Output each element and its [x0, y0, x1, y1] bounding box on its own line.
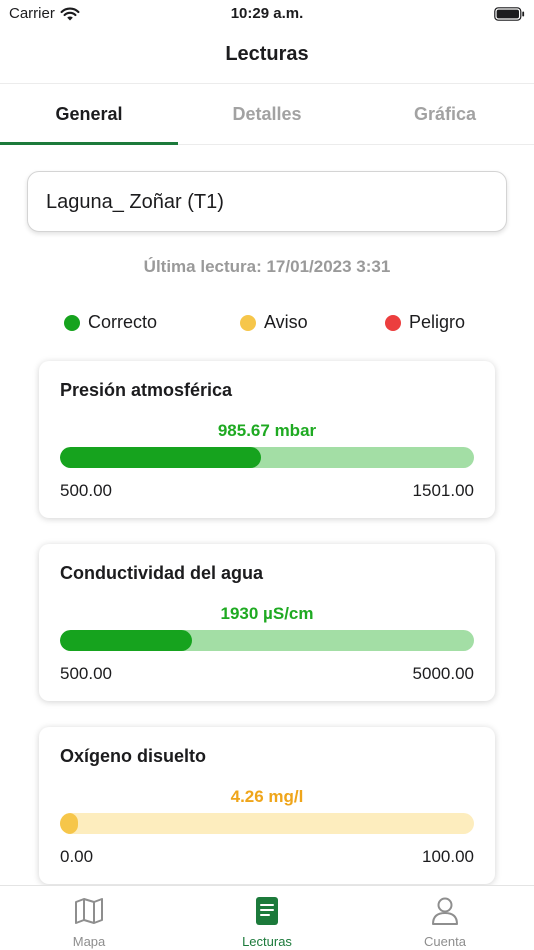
status-bar: Carrier 10:29 a.m. [0, 0, 534, 30]
legend-label: Correcto [88, 312, 158, 332]
reading-title: Oxígeno disuelto [60, 746, 207, 766]
reading-progress-fill [60, 813, 78, 834]
tabbar-item-lecturas[interactable]: Lecturas [178, 886, 356, 950]
tabbar-label: Cuenta [424, 934, 466, 949]
tab-general[interactable]: General [0, 84, 178, 144]
reading-value: 4.26 mg/l [230, 787, 304, 806]
last-reading-timestamp: Última lectura: 17/01/2023 3:31 [143, 257, 391, 276]
tabbar-item-mapa[interactable]: Mapa [0, 886, 178, 950]
legend-label: Peligro [409, 312, 466, 332]
green-dot-icon [64, 314, 80, 331]
station-name: Laguna_ Zoñar (T1) [46, 191, 224, 213]
reading-progress-track [60, 813, 474, 834]
range-min: 500.00 [60, 664, 112, 683]
segment-tabs: General Detalles Gráfica [0, 84, 534, 144]
active-tab-indicator [0, 142, 178, 145]
reading-title: Conductividad del agua [60, 563, 264, 583]
page-title: Lecturas [225, 43, 309, 65]
tab-detalles[interactable]: Detalles [178, 84, 356, 144]
tabbar-label: Lecturas [242, 934, 292, 949]
range-max: 1501.00 [412, 481, 474, 500]
reading-card-presion[interactable]: Presión atmosférica 985.67 mbar 500.00 1… [39, 361, 495, 518]
reading-value: 1930 µS/cm [220, 604, 314, 623]
status-time: 10:29 a.m. [230, 5, 304, 22]
red-dot-icon [385, 314, 401, 331]
range-max: 100.00 [422, 847, 474, 866]
station-selector[interactable]: Laguna_ Zoñar (T1) [27, 171, 507, 232]
reading-progress-track [60, 447, 474, 468]
range-max: 5000.00 [412, 664, 474, 683]
status-legend: Correcto Aviso Peligro [0, 312, 534, 336]
legend-aviso: Aviso [240, 312, 308, 333]
map-icon [75, 898, 103, 924]
reading-progress-fill [60, 630, 192, 651]
reading-card-conductividad[interactable]: Conductividad del agua 1930 µS/cm 500.00… [39, 544, 495, 701]
reading-value: 985.67 mbar [217, 421, 317, 440]
legend-correcto: Correcto [64, 312, 157, 333]
tab-grafica[interactable]: Gráfica [356, 84, 534, 144]
bottom-tab-bar: Mapa Lecturas Cuenta [0, 885, 534, 950]
legend-peligro: Peligro [385, 312, 465, 333]
document-icon [256, 897, 278, 925]
reading-progress-track [60, 630, 474, 651]
range-min: 0.00 [60, 847, 94, 866]
tabbar-item-cuenta[interactable]: Cuenta [356, 886, 534, 950]
reading-title: Presión atmosférica [60, 380, 233, 400]
reading-progress-fill [60, 447, 261, 468]
battery-icon [494, 7, 525, 21]
legend-label: Aviso [264, 312, 308, 332]
reading-card-oxigeno[interactable]: Oxígeno disuelto 4.26 mg/l 0.00 100.00 [39, 727, 495, 884]
person-icon [432, 897, 458, 925]
range-min: 500.00 [60, 481, 112, 500]
tabbar-label: Mapa [72, 934, 106, 949]
yellow-dot-icon [240, 314, 256, 331]
